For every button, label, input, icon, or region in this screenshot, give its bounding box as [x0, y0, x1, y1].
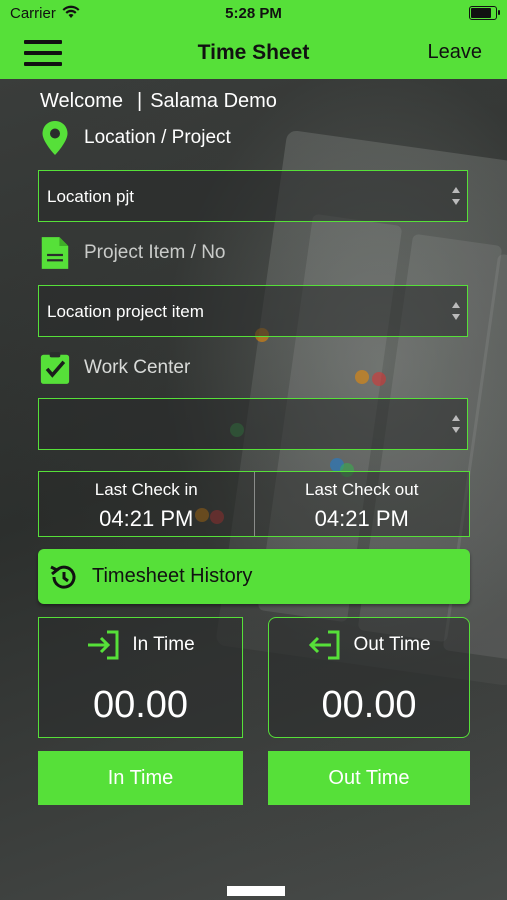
work-center-label: Work Center [84, 357, 191, 378]
project-item-select-value: Location project item [47, 302, 204, 321]
work-center-select[interactable] [38, 398, 468, 450]
out-time-button[interactable]: Out Time [268, 751, 470, 805]
out-time-value: 00.00 [321, 684, 417, 726]
work-center-label-row: Work Center [40, 350, 190, 386]
timesheet-history-label: Timesheet History [92, 565, 253, 587]
sign-out-icon [309, 630, 340, 660]
out-time-card: Out Time 00.00 [268, 617, 470, 738]
project-item-label-row: Project Item / No [40, 235, 226, 271]
timesheet-form: Welcome | Salama Demo Location / Project L… [0, 0, 507, 900]
last-check-panel: Last Check in 04:21 PM Last Check out 04… [38, 471, 470, 537]
sign-in-icon [88, 630, 119, 660]
clipboard-check-icon [40, 350, 70, 386]
select-arrows-icon [452, 187, 460, 205]
welcome-line: Welcome | Salama Demo [40, 90, 277, 113]
location-pin-icon [40, 120, 70, 156]
last-check-in: Last Check in 04:21 PM [39, 472, 255, 536]
select-arrows-icon [452, 415, 460, 433]
last-check-in-time: 04:21 PM [99, 506, 194, 531]
in-time-card: In Time 00.00 [38, 617, 243, 738]
out-time-label: Out Time [353, 634, 431, 655]
in-time-value: 00.00 [92, 684, 189, 726]
location-select[interactable]: Location pjt [38, 170, 468, 222]
history-icon [50, 565, 76, 589]
location-label: Location / Project [84, 127, 231, 148]
project-item-select[interactable]: Location project item [38, 285, 468, 337]
user-name: Salama Demo [150, 90, 277, 112]
location-select-value: Location pjt [47, 187, 134, 206]
document-icon [40, 235, 70, 271]
location-label-row: Location / Project [40, 120, 231, 156]
last-check-in-label: Last Check in [94, 480, 198, 499]
home-indicator[interactable] [227, 886, 285, 896]
select-arrows-icon [452, 302, 460, 320]
last-check-out-label: Last Check out [305, 480, 419, 499]
welcome-separator: | [137, 90, 143, 112]
project-item-label: Project Item / No [84, 242, 226, 263]
in-time-label: In Time [132, 634, 195, 655]
timesheet-history-button[interactable]: Timesheet History [38, 549, 470, 604]
last-check-out-time: 04:21 PM [314, 506, 409, 531]
in-time-header: In Time [39, 630, 242, 660]
welcome-label: Welcome [40, 90, 123, 112]
out-time-header: Out Time [269, 630, 469, 660]
last-check-out: Last Check out 04:21 PM [255, 472, 470, 536]
in-time-button[interactable]: In Time [38, 751, 243, 805]
